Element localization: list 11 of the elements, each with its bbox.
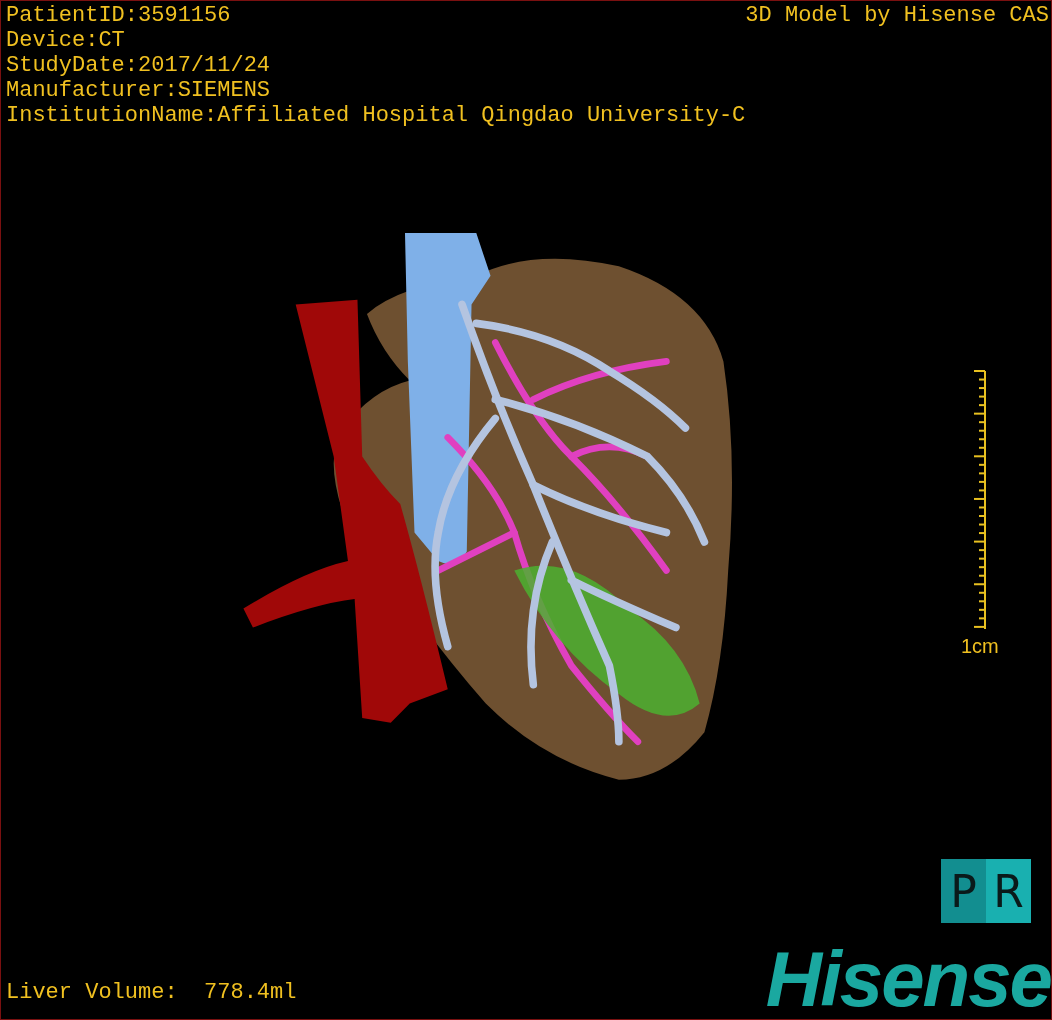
- liver-volume-text: Liver Volume: 778.4ml: [6, 980, 297, 1005]
- patient-info-text: PatientID:3591156: [6, 3, 232, 28]
- patient-info-text: InstitutionName:Affiliated Hospital Qingdao University-C: [6, 103, 746, 128]
- pr-button[interactable]: P R: [941, 859, 1031, 923]
- patient-info-text: StudyDate:2017/11/24: [6, 53, 272, 78]
- viewer-title: 3D Model by Hisense CAS: [745, 3, 1049, 28]
- scale-label: 1cm: [961, 635, 999, 658]
- patient-info-text: Manufacturer:SIEMENS: [6, 78, 272, 103]
- brand-logo: Hisense: [765, 943, 1051, 1015]
- scale-bar-icon: [973, 369, 987, 631]
- patient-info-text: Device:CT: [6, 28, 126, 53]
